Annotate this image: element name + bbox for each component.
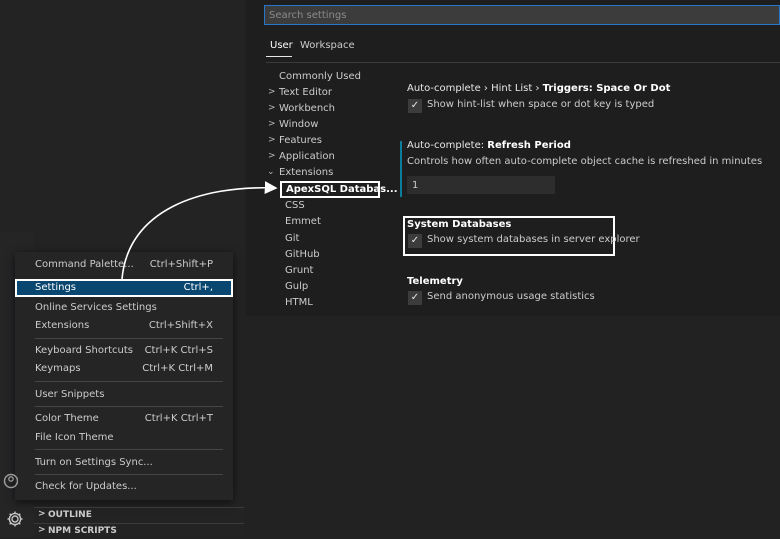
tree-item-css[interactable]: CSS xyxy=(285,200,305,211)
menu-item-color-theme[interactable]: Color Theme Ctrl+K Ctrl+T xyxy=(15,410,233,428)
menu-item-label: Keyboard Shortcuts xyxy=(35,345,133,356)
gear-icon[interactable] xyxy=(5,509,25,529)
menu-item-settings[interactable]: Settings Ctrl+, xyxy=(15,279,233,297)
activity-bar-top xyxy=(0,0,34,232)
tree-item-text-editor[interactable]: Text Editor xyxy=(279,87,332,98)
setting-title-prefix: Auto-complete: xyxy=(407,140,488,151)
menu-item-label: Command Palette... xyxy=(35,259,134,270)
account-icon[interactable] xyxy=(2,472,18,490)
menu-item-settings-sync[interactable]: Turn on Settings Sync... xyxy=(15,454,233,472)
telemetry-checkbox-label: Send anonymous usage statistics xyxy=(427,291,595,302)
menu-item-shortcut: Ctrl+Shift+P xyxy=(149,259,213,270)
modified-indicator xyxy=(400,141,402,197)
outline-label: OUTLINE xyxy=(48,510,92,520)
menu-item-label: Check for Updates... xyxy=(35,481,137,492)
menu-item-label: Settings xyxy=(35,282,77,293)
menu-item-shortcut: Ctrl+, xyxy=(183,282,213,293)
tree-item-commonly-used[interactable]: Commonly Used xyxy=(279,71,361,82)
tree-item-git[interactable]: Git xyxy=(285,233,299,244)
tab-workspace[interactable]: Workspace xyxy=(300,40,355,51)
system-databases-checkbox-label: Show system databases in server explorer xyxy=(427,234,640,245)
npm-scripts-label: NPM SCRIPTS xyxy=(48,526,117,536)
menu-item-check-for-updates[interactable]: Check for Updates... xyxy=(15,478,233,496)
menu-separator xyxy=(35,449,223,450)
menu-separator xyxy=(35,338,223,339)
menu-separator xyxy=(35,406,223,407)
setting-title-telemetry: Telemetry xyxy=(407,276,463,287)
tree-item-extensions[interactable]: Extensions xyxy=(279,167,333,178)
tree-item-workbench[interactable]: Workbench xyxy=(279,103,335,114)
menu-item-shortcut: Ctrl+K Ctrl+T xyxy=(144,413,213,424)
menu-item-shortcut: Ctrl+K Ctrl+S xyxy=(144,345,213,356)
setting-title-refresh-period: Auto-complete: Refresh Period xyxy=(407,140,571,151)
setting-title-name: Refresh Period xyxy=(487,140,571,151)
tree-item-emmet[interactable]: Emmet xyxy=(285,216,321,227)
hint-list-checkbox-label: Show hint-list when space or dot key is … xyxy=(427,99,655,110)
menu-item-extensions[interactable]: Extensions Ctrl+Shift+X xyxy=(15,317,233,335)
menu-item-keyboard-shortcuts[interactable]: Keyboard Shortcuts Ctrl+K Ctrl+S xyxy=(15,342,233,360)
setting-title-hint-triggers: Auto-complete › Hint List › Triggers: Sp… xyxy=(407,83,670,94)
tree-item-github[interactable]: GitHub xyxy=(285,249,320,260)
tree-item-html[interactable]: HTML xyxy=(285,297,313,308)
chevron-right-icon: > xyxy=(268,135,276,145)
setting-title-name: Telemetry xyxy=(407,276,463,287)
menu-item-command-palette[interactable]: Command Palette... Ctrl+Shift+P xyxy=(15,256,233,274)
outline-panel-header[interactable]: > OUTLINE xyxy=(34,507,244,523)
menu-separator xyxy=(35,381,223,382)
hint-list-checkbox[interactable]: ✓ xyxy=(408,99,422,113)
check-icon: ✓ xyxy=(410,292,420,303)
chevron-right-icon: > xyxy=(268,103,276,113)
menu-separator xyxy=(35,474,223,475)
menu-item-user-snippets[interactable]: User Snippets xyxy=(15,386,233,404)
tabs-divider xyxy=(266,62,780,63)
chevron-right-icon: > xyxy=(38,509,46,519)
setting-title-name: Triggers: Space Or Dot xyxy=(542,83,671,94)
setting-title-name: System Databases xyxy=(407,219,512,230)
menu-item-label: User Snippets xyxy=(35,389,105,400)
menu-item-shortcut: Ctrl+K Ctrl+M xyxy=(142,363,213,374)
menu-item-shortcut: Ctrl+Shift+X xyxy=(148,320,213,331)
search-settings-input[interactable]: Search settings xyxy=(264,5,780,25)
menu-item-label: Online Services Settings xyxy=(35,302,157,313)
tab-user-underline xyxy=(266,56,292,57)
tree-item-application[interactable]: Application xyxy=(279,151,335,162)
tree-item-gulp[interactable]: Gulp xyxy=(285,281,308,292)
manage-menu: Command Palette... Ctrl+Shift+P Settings… xyxy=(15,252,233,500)
check-icon: ✓ xyxy=(410,100,420,111)
menu-item-label: Color Theme xyxy=(35,413,99,424)
system-databases-checkbox[interactable]: ✓ xyxy=(408,234,422,248)
menu-item-label: File Icon Theme xyxy=(35,432,114,443)
tree-item-apexsql-database[interactable]: ApexSQL Databas... xyxy=(280,181,398,198)
setting-title-prefix: Auto-complete › Hint List › xyxy=(407,83,543,94)
refresh-period-input[interactable]: 1 xyxy=(407,176,555,194)
menu-item-label: Keymaps xyxy=(35,363,81,374)
menu-item-label: Turn on Settings Sync... xyxy=(35,457,153,468)
tree-item-features[interactable]: Features xyxy=(279,135,322,146)
tab-user[interactable]: User xyxy=(270,40,293,51)
check-icon: ✓ xyxy=(410,235,420,246)
chevron-right-icon: > xyxy=(38,525,46,535)
refresh-period-description: Controls how often auto-complete object … xyxy=(407,156,763,167)
chevron-right-icon: > xyxy=(268,151,276,161)
menu-item-keymaps[interactable]: Keymaps Ctrl+K Ctrl+M xyxy=(15,360,233,378)
chevron-right-icon: > xyxy=(268,87,276,97)
chevron-right-icon: > xyxy=(268,119,276,129)
telemetry-checkbox[interactable]: ✓ xyxy=(408,291,422,305)
menu-item-file-icon-theme[interactable]: File Icon Theme xyxy=(15,429,233,447)
setting-title-system-databases: System Databases xyxy=(407,219,511,230)
tree-item-grunt[interactable]: Grunt xyxy=(285,265,313,276)
chevron-down-icon: ⌄ xyxy=(267,167,275,177)
tree-item-window[interactable]: Window xyxy=(279,119,318,130)
menu-item-online-services-settings[interactable]: Online Services Settings xyxy=(15,299,233,317)
menu-item-label: Extensions xyxy=(35,320,90,331)
